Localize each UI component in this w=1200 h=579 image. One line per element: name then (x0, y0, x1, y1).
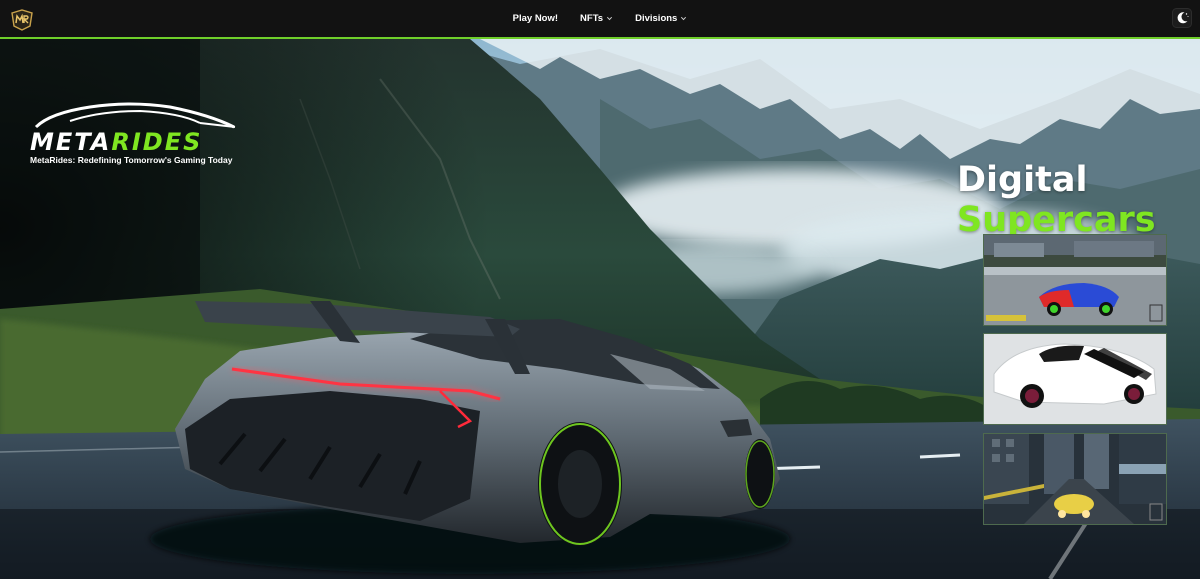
hero-headline: Digital Supercars (957, 160, 1156, 240)
brand-wordmark: METARIDES (30, 129, 240, 155)
white-supercar-thumbnail-icon (984, 334, 1166, 424)
top-navigation-bar: Play Now! NFTs Divisions (0, 0, 1200, 39)
main-nav: Play Now! NFTs Divisions (0, 0, 1200, 37)
brand-word-part1: META (30, 128, 112, 156)
brand-word-part2: RIDES (111, 128, 203, 156)
chevron-down-icon (681, 16, 687, 21)
brand-tagline: MetaRides: Redefining Tomorrow's Gaming … (30, 155, 233, 165)
nav-nfts-label: NFTs (580, 13, 604, 24)
supercar-thumbnail-3[interactable] (983, 433, 1167, 525)
nav-divisions-dropdown[interactable]: Divisions (635, 13, 687, 24)
nav-play-now-label: Play Now! (512, 13, 559, 24)
moon-icon[interactable] (1172, 8, 1192, 28)
city-race-thumbnail-icon (984, 434, 1166, 524)
brand-logo[interactable]: METARIDES MetaRides: Redefining Tomorrow… (30, 97, 240, 165)
supercar-thumbnail-2[interactable] (983, 333, 1167, 425)
nav-divisions-label: Divisions (635, 13, 678, 24)
headline-line1: Digital (957, 160, 1088, 200)
supercar-thumbnail-1[interactable] (983, 234, 1167, 326)
nav-nfts-dropdown[interactable]: NFTs (580, 13, 613, 24)
nav-play-now[interactable]: Play Now! (513, 13, 558, 24)
blue-red-supercar-thumbnail-icon (984, 235, 1166, 325)
chevron-down-icon (607, 16, 613, 21)
